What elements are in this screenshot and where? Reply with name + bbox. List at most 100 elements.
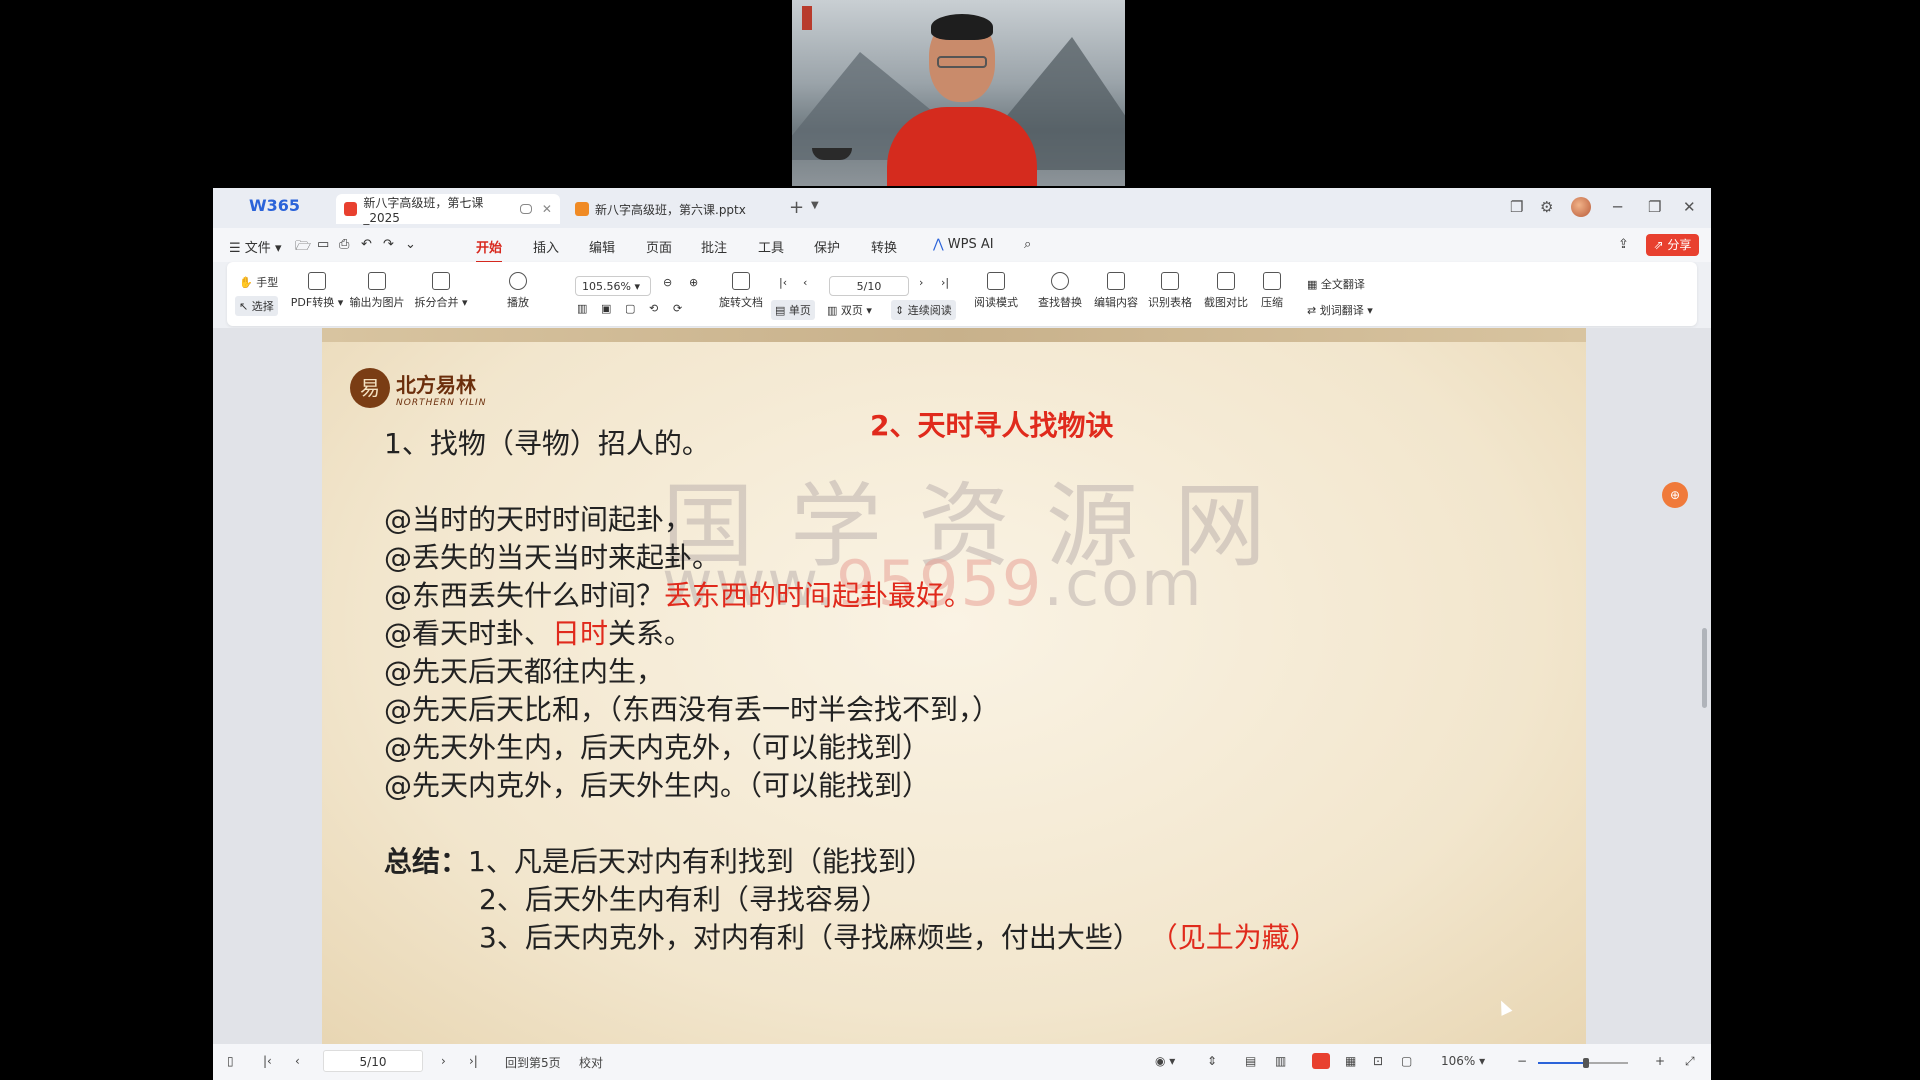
fit-page-icon[interactable]: ▣ [601, 302, 611, 315]
skin-icon[interactable]: ⚙ [1540, 198, 1553, 216]
menu-insert[interactable]: 插入 [533, 237, 559, 256]
open-icon[interactable]: 🗁 [295, 237, 311, 259]
close-window-icon[interactable]: ✕ [1683, 198, 1696, 216]
new-tab-icon[interactable]: + [789, 197, 804, 218]
user-avatar[interactable] [1571, 197, 1591, 217]
minimize-icon[interactable]: ─ [1613, 198, 1622, 216]
play-button[interactable]: 播放 [503, 272, 533, 310]
menu-convert[interactable]: 转换 [871, 237, 897, 256]
menu-tools[interactable]: 工具 [758, 237, 784, 256]
zoom-slider-handle[interactable] [1583, 1058, 1589, 1068]
sidebar-toggle-icon[interactable]: ▯ [227, 1054, 234, 1068]
next-page-icon[interactable]: › [441, 1054, 446, 1068]
menu-protect[interactable]: 保护 [814, 237, 840, 256]
presenter-glasses [937, 56, 987, 68]
redo-icon[interactable]: ↷ [383, 237, 394, 252]
full-translate-button[interactable]: ▦ 全文翻译 [1307, 276, 1365, 292]
compress-button[interactable]: 压缩 [1257, 272, 1287, 310]
rotate-icon [732, 272, 750, 290]
screenshot-compare-button[interactable]: 截图对比 [1201, 272, 1251, 310]
undo-icon[interactable]: ↶ [361, 237, 372, 252]
document-area[interactable]: 易 北方易林 NORTHERN YILIN 2、天时寻人找物诀 国学资源网 ww… [213, 328, 1711, 1044]
rotate-left-icon[interactable]: ⟲ [649, 302, 658, 315]
zoom-in-icon[interactable]: + [1655, 1054, 1665, 1068]
rotate-document-button[interactable]: 旋转文档 [717, 272, 765, 310]
cloud-sync-icon [520, 204, 532, 214]
zoom-out-icon[interactable]: ⊖ [663, 276, 672, 289]
back-to-page-link[interactable]: 回到第5页 [505, 1054, 561, 1071]
rotate-right-icon[interactable]: ⟳ [673, 302, 682, 315]
prev-page-icon[interactable]: ‹ [803, 276, 807, 289]
search-icon[interactable]: ⌕ [1024, 237, 1031, 252]
tab-pdf-document[interactable]: 新八字高级班，第七课_2025 ✕ [336, 194, 560, 225]
fullscreen-icon[interactable]: ⤢ [1685, 1054, 1695, 1069]
menu-file[interactable]: ☰ 文件 ▾ [229, 237, 281, 256]
content-line: @先天内克外，后天外生内。（可以能找到） [384, 769, 931, 802]
continuous-read-button[interactable]: ⇕ 连续阅读 [891, 300, 956, 320]
first-page-icon[interactable]: |‹ [263, 1054, 272, 1068]
pdf-convert-button[interactable]: PDF转换 ▾ [289, 272, 345, 310]
restore-icon[interactable]: ❐ [1648, 198, 1661, 216]
painting-seal [802, 6, 812, 30]
grid-view-icon[interactable]: ▦ [1345, 1054, 1356, 1068]
actual-size-icon[interactable]: ▢ [1401, 1054, 1412, 1068]
menu-edit[interactable]: 编辑 [589, 237, 615, 256]
zoom-level[interactable]: 106% ▾ [1441, 1054, 1485, 1068]
summary-line: 总结：1、凡是后天对内有利找到（能找到） [384, 845, 934, 878]
last-page-icon[interactable]: ›| [469, 1054, 478, 1068]
tab-ppt-document[interactable]: 新八字高级班，第六课.pptx [567, 194, 777, 224]
actual-size-icon[interactable]: ▢ [625, 302, 635, 315]
brand-logo[interactable]: W365 [249, 196, 300, 215]
zoom-in-icon[interactable]: ⊕ [689, 276, 698, 289]
prev-page-icon[interactable]: ‹ [295, 1054, 300, 1068]
page-number-input[interactable]: 5/10 [829, 276, 909, 296]
single-page-button[interactable]: ▤ 单页 [771, 300, 815, 320]
print-icon[interactable]: ⎙ [339, 237, 349, 252]
menu-annotate[interactable]: 批注 [701, 237, 727, 256]
hand-tool-button[interactable]: ✋ 手型 [239, 274, 278, 290]
upload-icon[interactable]: ⇪ [1618, 237, 1629, 252]
recognize-table-button[interactable]: 识别表格 [1145, 272, 1195, 310]
zoom-out-icon[interactable]: − [1517, 1054, 1527, 1068]
single-view-icon[interactable]: ▤ [1245, 1054, 1256, 1068]
read-mode-button[interactable]: 阅读模式 [971, 272, 1021, 310]
logo-emblem: 易 [350, 368, 390, 408]
split-merge-button[interactable]: 拆分合并 ▾ [411, 272, 471, 310]
logo-text: 北方易林 [396, 372, 476, 397]
menu-home[interactable]: 开始 [476, 237, 503, 263]
status-page-input[interactable]: 5/10 [323, 1050, 423, 1072]
pdf-page: 易 北方易林 NORTHERN YILIN 2、天时寻人找物诀 国学资源网 ww… [322, 342, 1586, 1044]
word-translate-button[interactable]: ⇄ 划词翻译 ▾ [1307, 302, 1373, 318]
double-page-button[interactable]: ▥ 双页 ▾ [827, 302, 872, 318]
content-line: @东西丢失什么时间？丢东西的时间起卦最好。 [384, 579, 973, 612]
first-page-icon[interactable]: |‹ [779, 276, 787, 289]
play-icon [509, 272, 527, 290]
proofread-button[interactable]: 校对 [579, 1054, 603, 1071]
more-icon[interactable]: ⌄ [405, 237, 416, 252]
double-view-icon[interactable]: ▥ [1275, 1054, 1286, 1068]
close-icon[interactable]: ✕ [542, 202, 552, 216]
video-feed [792, 0, 1125, 186]
ribbon-toolbar: ✋ 手型 ↖ 选择 PDF转换 ▾ 输出为图片 拆分合并 ▾ 播放 105.56… [227, 262, 1697, 326]
menu-wps-ai[interactable]: ⋀ WPS AI [933, 237, 994, 252]
vertical-scrollbar[interactable] [1702, 628, 1707, 708]
fit-icon[interactable]: ⊡ [1373, 1054, 1383, 1068]
share-button[interactable]: ⇗ 分享 [1646, 234, 1699, 256]
painting-boat [812, 148, 852, 160]
assistant-float-button[interactable]: ⊕ [1662, 482, 1688, 508]
find-replace-button[interactable]: 查找替换 [1035, 272, 1085, 310]
save-icon[interactable]: ▭ [317, 237, 329, 252]
select-tool-button[interactable]: ↖ 选择 [235, 296, 278, 316]
edit-content-button[interactable]: 编辑内容 [1091, 272, 1141, 310]
fit-width-icon[interactable]: ▥ [577, 302, 587, 315]
eye-icon[interactable]: ◉ ▾ [1155, 1054, 1175, 1068]
continuous-view-icon[interactable]: ⇕ [1207, 1054, 1217, 1068]
zoom-select[interactable]: 105.56% ▾ [575, 276, 651, 296]
window-layout-icon[interactable]: ❐ [1510, 198, 1523, 216]
last-page-icon[interactable]: ›| [941, 276, 949, 289]
export-image-button[interactable]: 输出为图片 [347, 272, 407, 310]
next-page-icon[interactable]: › [919, 276, 923, 289]
presentation-icon[interactable] [1312, 1053, 1330, 1069]
chevron-down-icon[interactable]: ▼ [811, 200, 819, 211]
menu-page[interactable]: 页面 [646, 237, 672, 256]
